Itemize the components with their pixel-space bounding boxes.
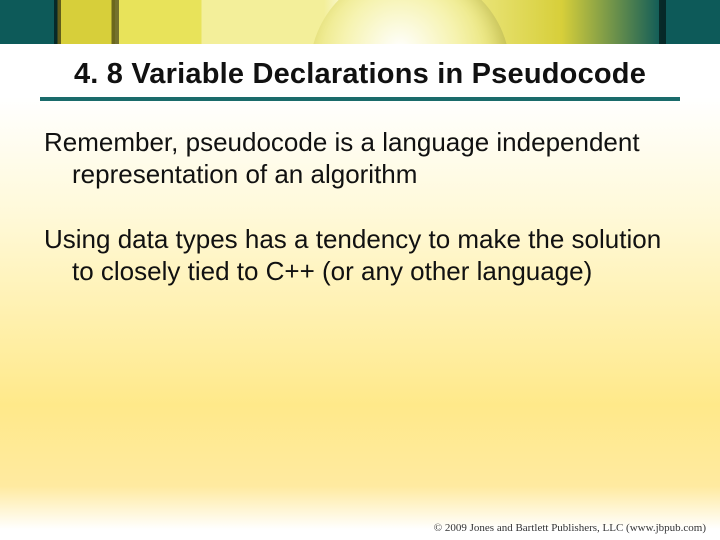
paragraph-text: Remember, pseudocode is a language indep… — [44, 127, 676, 190]
title-underline — [40, 97, 680, 101]
slide-title: 4. 8 Variable Declarations in Pseudocode — [40, 58, 680, 91]
body-paragraph: Remember, pseudocode is a language indep… — [44, 127, 676, 190]
slide-body: Remember, pseudocode is a language indep… — [0, 107, 720, 288]
slide: 4. 8 Variable Declarations in Pseudocode… — [0, 0, 720, 540]
body-paragraph: Using data types has a tendency to make … — [44, 224, 676, 287]
decorative-banner — [0, 0, 720, 44]
title-area: 4. 8 Variable Declarations in Pseudocode — [0, 44, 720, 107]
paragraph-text: Using data types has a tendency to make … — [44, 224, 676, 287]
copyright-footer: © 2009 Jones and Bartlett Publishers, LL… — [434, 522, 706, 534]
